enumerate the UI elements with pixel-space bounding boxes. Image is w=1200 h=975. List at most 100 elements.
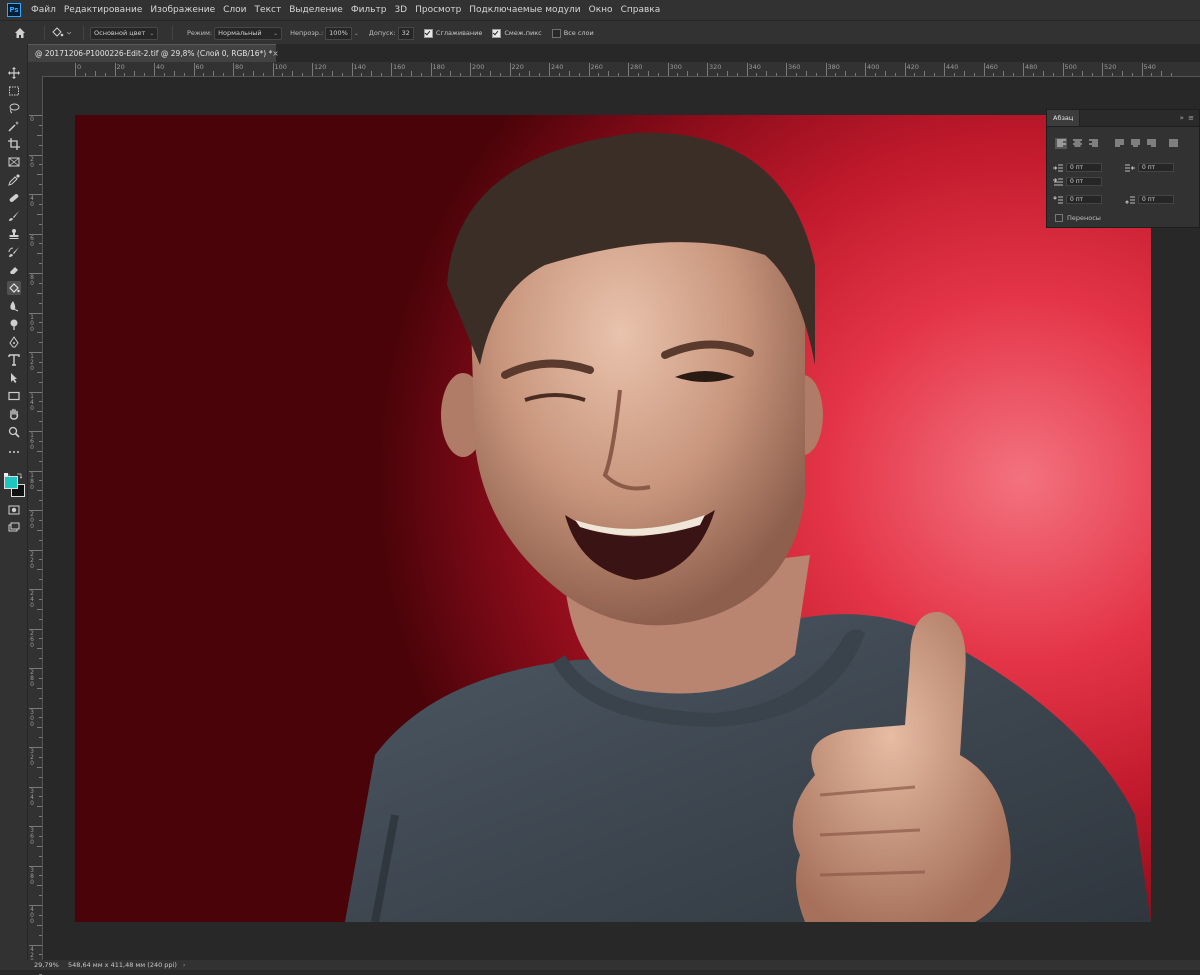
marquee-icon[interactable] — [7, 84, 21, 98]
zoom-icon[interactable] — [7, 425, 21, 439]
ruler-tick — [242, 73, 244, 76]
justify-all-icon[interactable] — [1167, 138, 1179, 149]
ruler-tick — [1092, 73, 1094, 76]
eyedropper-icon[interactable] — [7, 173, 21, 187]
chevron-down-icon: ⌄ — [149, 29, 155, 37]
dodge-icon[interactable] — [7, 317, 21, 331]
move-icon[interactable] — [7, 66, 21, 80]
menu-help[interactable]: Справка — [617, 5, 665, 15]
antialias-label: Сглаживание — [435, 29, 483, 37]
indent-first-line-field[interactable]: 0 пт — [1053, 177, 1102, 186]
chevron-right-icon[interactable]: › — [183, 961, 186, 969]
ruler-tick — [39, 579, 42, 581]
space-after-icon — [1125, 196, 1135, 204]
menu-filter[interactable]: Фильтр — [347, 5, 391, 15]
frame-icon[interactable] — [7, 155, 21, 169]
healing-icon[interactable] — [7, 191, 21, 205]
home-icon[interactable] — [12, 25, 28, 41]
space-after-field[interactable]: 0 пт — [1125, 195, 1174, 204]
paint-bucket-preset-icon[interactable] — [51, 25, 77, 41]
indent-left-field[interactable]: 0 пт — [1053, 163, 1102, 172]
paint-bucket-icon[interactable] — [7, 281, 21, 295]
ruler-tick — [282, 73, 284, 76]
ruler-tick — [39, 875, 42, 877]
magic-wand-icon[interactable] — [7, 119, 21, 133]
close-icon[interactable]: × — [272, 49, 278, 58]
ruler-tick — [361, 73, 363, 76]
ruler-label: 300 — [669, 63, 682, 71]
foreground-color-swatch[interactable] — [4, 476, 18, 489]
menu-3d[interactable]: 3D — [390, 5, 411, 15]
vertical-ruler[interactable]: 0 20 40 60 80 100 120 140 160 180 200 220 240 260 280 3… — [28, 76, 43, 975]
align-center-icon[interactable] — [1071, 138, 1083, 149]
ruler-label: 380 — [827, 63, 840, 71]
space-before-field[interactable]: 0 пт — [1053, 195, 1102, 204]
ruler-tick — [39, 618, 42, 620]
ruler-tick — [1052, 73, 1054, 76]
tolerance-field[interactable]: 32 — [397, 26, 414, 40]
fill-source-dropdown[interactable]: Основной цвет ⌄ — [90, 26, 158, 40]
ruler-tick — [37, 608, 42, 610]
contiguous-checkbox[interactable]: Смеж.пикс — [492, 28, 542, 38]
panel-menu-icon[interactable]: » ≡ — [1180, 114, 1195, 122]
ruler-tick — [37, 292, 42, 294]
ruler-tick — [400, 73, 402, 76]
ruler-tick — [173, 71, 175, 76]
align-right-icon[interactable] — [1087, 138, 1099, 149]
type-icon[interactable] — [7, 353, 21, 367]
zoom-level[interactable]: 29,79% — [34, 961, 60, 969]
ruler-tick — [489, 71, 491, 76]
menu-type[interactable]: Текст — [251, 5, 286, 15]
opacity-field[interactable]: 100% — [325, 26, 352, 40]
menu-plugins[interactable]: Подключаемые модули — [465, 5, 584, 15]
ruler-tick — [519, 73, 521, 76]
menu-window[interactable]: Окно — [585, 5, 617, 15]
swap-colors-icon[interactable] — [16, 464, 23, 479]
blur-icon[interactable] — [7, 299, 21, 313]
hand-icon[interactable] — [7, 407, 21, 421]
chevron-down-icon[interactable]: ⌄ — [354, 30, 359, 37]
document-image[interactable] — [75, 115, 1151, 922]
menu-image[interactable]: Изображение — [146, 5, 219, 15]
ruler-tick — [1013, 73, 1015, 76]
menu-file[interactable]: Файл — [27, 5, 60, 15]
path-select-icon[interactable] — [7, 371, 21, 385]
screen-mode-icon[interactable] — [7, 521, 21, 535]
ruler-tick — [776, 73, 778, 76]
ruler-label: 360 — [30, 827, 34, 846]
ruler-label: 0 — [30, 116, 34, 123]
lasso-icon[interactable] — [7, 101, 21, 115]
menu-view[interactable]: Просмотр — [411, 5, 465, 15]
rectangle-icon[interactable] — [7, 389, 21, 403]
default-colors-icon[interactable] — [4, 464, 11, 480]
quick-mask-icon[interactable] — [7, 503, 21, 517]
ruler-tick — [104, 73, 106, 76]
eraser-icon[interactable] — [7, 263, 21, 277]
crop-icon[interactable] — [7, 137, 21, 151]
history-brush-icon[interactable] — [7, 245, 21, 259]
ruler-tick — [163, 73, 165, 76]
ruler-tick — [39, 638, 42, 640]
align-left-icon[interactable] — [1055, 137, 1067, 149]
ruler-tick — [37, 845, 42, 847]
checkbox-unchecked-icon — [1055, 214, 1063, 222]
justify-left-icon[interactable] — [1113, 138, 1125, 149]
document-tab[interactable]: @ 20171206-P1000226-Edit-2.tif @ 29,8% (… — [28, 44, 279, 62]
brush-icon[interactable] — [7, 209, 21, 223]
menu-edit[interactable]: Редактирование — [60, 5, 147, 15]
menu-select[interactable]: Выделение — [285, 5, 347, 15]
menu-layers[interactable]: Слои — [219, 5, 250, 15]
all-layers-checkbox[interactable]: Все слои — [551, 28, 594, 38]
indent-right-field[interactable]: 0 пт — [1125, 163, 1174, 172]
justify-right-icon[interactable] — [1145, 138, 1157, 149]
mode-dropdown[interactable]: Нормальный ⌄ — [214, 26, 283, 40]
horizontal-ruler[interactable]: 0 20 40 60 80 100 120 140 160 180 200 220 240 260 280 3… — [42, 62, 1200, 77]
more-icon[interactable] — [7, 445, 21, 459]
justify-center-icon[interactable] — [1129, 138, 1141, 149]
hyphenate-checkbox[interactable]: Переносы — [1055, 214, 1101, 222]
stamp-icon[interactable] — [7, 227, 21, 241]
pen-icon[interactable] — [7, 335, 21, 349]
ruler-tick — [39, 519, 42, 521]
tab-paragraph[interactable]: Абзац — [1047, 110, 1081, 126]
antialias-checkbox[interactable]: Сглаживание — [423, 28, 483, 38]
